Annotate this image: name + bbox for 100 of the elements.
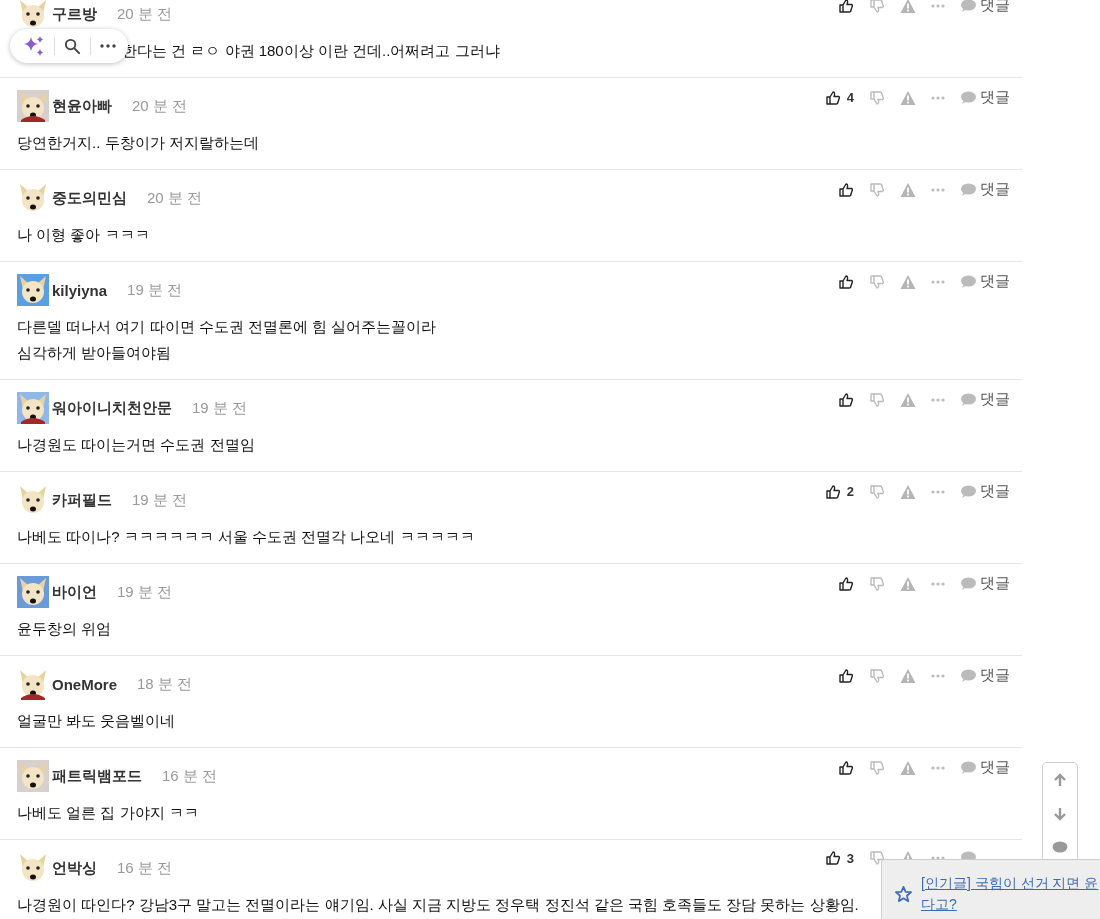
username[interactable]: 패트릭뱀포드 <box>52 766 142 786</box>
comment-text: 심각하게 받아들여야됨 <box>17 343 172 363</box>
dislike-button[interactable] <box>869 575 885 592</box>
search-icon[interactable] <box>63 37 81 55</box>
report-button[interactable] <box>900 575 916 592</box>
reply-button[interactable]: 댓글 <box>960 574 1010 593</box>
warning-icon <box>900 89 916 106</box>
more-icon <box>931 95 945 100</box>
reply-button[interactable]: 댓글 <box>960 758 1010 777</box>
thumbs-down-icon <box>869 181 885 198</box>
popular-post-link[interactable]: [인기글] 국힘이 선거 지면 윤 <box>921 873 1099 894</box>
warning-icon <box>900 667 916 684</box>
more-button[interactable] <box>931 397 945 402</box>
like-button[interactable]: 2 <box>824 483 854 500</box>
more-button[interactable] <box>931 581 945 586</box>
like-button[interactable] <box>838 181 854 198</box>
reply-button[interactable]: 댓글 <box>960 390 1010 409</box>
popular-post-link[interactable]: 다고? <box>921 894 1099 915</box>
report-button[interactable] <box>900 181 916 198</box>
thumbs-down-icon <box>869 391 885 408</box>
more-button[interactable] <box>931 673 945 678</box>
report-button[interactable] <box>900 391 916 408</box>
report-button[interactable] <box>900 759 916 776</box>
report-button[interactable] <box>900 483 916 500</box>
thumbs-up-icon <box>824 483 841 500</box>
report-button[interactable] <box>900 667 916 684</box>
like-button[interactable] <box>838 273 854 290</box>
dislike-button[interactable] <box>869 759 885 776</box>
dislike-button[interactable] <box>869 391 885 408</box>
timestamp: 19 분 전 <box>132 490 188 510</box>
arrow-down-icon[interactable] <box>1053 807 1067 821</box>
more-button[interactable] <box>931 279 945 284</box>
timestamp: 19 분 전 <box>117 582 173 602</box>
like-button[interactable] <box>838 391 854 408</box>
like-button[interactable] <box>838 667 854 684</box>
report-button[interactable] <box>900 0 916 14</box>
comment-text: 나경원도 따이는거면 수도권 전멸임 <box>17 435 255 455</box>
more-icon <box>931 581 945 586</box>
reply-button[interactable]: 댓글 <box>960 666 1010 685</box>
more-icon <box>931 856 945 860</box>
like-button[interactable] <box>838 575 854 592</box>
like-button[interactable]: 4 <box>824 89 854 106</box>
more-icon <box>931 765 945 770</box>
comment-text: 나베도 따이나? ㅋㅋㅋㅋㅋㅋ 서울 수도권 전멸각 나오네 ㅋㅋㅋㅋㅋ <box>17 527 475 547</box>
reply-button[interactable]: 댓글 <box>960 272 1010 291</box>
more-button[interactable] <box>931 765 945 770</box>
more-icon <box>931 187 945 192</box>
report-button[interactable] <box>900 89 916 106</box>
more-button[interactable] <box>931 95 945 100</box>
comment-text: 나 이형 좋아 ㅋㅋㅋ <box>17 225 150 245</box>
comment-text: 얼굴만 봐도 웃음벨이네 <box>17 711 176 731</box>
dislike-button[interactable] <box>869 273 885 290</box>
speech-bubble-icon <box>960 182 976 197</box>
thumbs-down-icon <box>869 483 885 500</box>
more-button[interactable] <box>931 3 945 8</box>
username[interactable]: 워아이니치천안문 <box>52 398 172 418</box>
username[interactable]: 언박싱 <box>52 858 97 878</box>
reply-button[interactable]: 댓글 <box>960 88 1010 107</box>
dislike-button[interactable] <box>869 850 885 866</box>
reply-button[interactable]: 댓글 <box>960 180 1010 199</box>
warning-icon <box>900 273 916 290</box>
like-button[interactable] <box>838 0 854 14</box>
username[interactable]: 카퍼필드 <box>52 490 112 510</box>
thumbs-up-icon <box>824 89 841 106</box>
thumbs-up-icon <box>838 575 854 592</box>
speech-bubble-icon <box>960 484 976 499</box>
thumbs-up-icon <box>838 667 854 684</box>
warning-icon <box>900 181 916 198</box>
speech-bubble-icon <box>960 760 976 775</box>
like-button[interactable] <box>838 759 854 776</box>
arrow-up-icon[interactable] <box>1053 773 1067 787</box>
comment-text: 나경원이 따인다? 강남3구 말고는 전멸이라는 얘기임. 사실 지금 지방도 정우택 정진석 같은 국힘 호족들도 장담 못하는 상황임. <box>17 895 859 915</box>
reply-button[interactable]: 댓글 <box>960 482 1010 501</box>
more-icon[interactable] <box>99 44 116 48</box>
dislike-button[interactable] <box>869 0 885 14</box>
timestamp: 18 분 전 <box>137 674 193 694</box>
username[interactable]: 중도의민심 <box>52 188 127 208</box>
username[interactable]: 현윤아빠 <box>52 96 112 116</box>
more-button[interactable] <box>931 187 945 192</box>
username[interactable]: kilyiyna <box>52 281 108 299</box>
timestamp: 16 분 전 <box>117 858 173 878</box>
speech-bubble-icon[interactable] <box>1052 841 1068 855</box>
thumbs-up-icon <box>838 0 854 14</box>
timestamp: 20 분 전 <box>117 4 173 24</box>
like-button[interactable]: 3 <box>824 850 854 866</box>
more-button[interactable] <box>931 489 945 494</box>
dislike-button[interactable] <box>869 181 885 198</box>
dislike-button[interactable] <box>869 667 885 684</box>
speech-bubble-icon <box>960 0 976 13</box>
warning-icon <box>900 575 916 592</box>
username[interactable]: 구르방 <box>52 4 97 24</box>
report-button[interactable] <box>900 273 916 290</box>
comment-text: 다른델 떠나서 여기 따이면 수도권 전멸론에 힘 실어주는꼴이라 <box>17 317 437 337</box>
thumbs-down-icon <box>869 759 885 776</box>
dislike-button[interactable] <box>869 483 885 500</box>
username[interactable]: OneMore <box>52 675 117 693</box>
warning-icon <box>900 759 916 776</box>
username[interactable]: 바이언 <box>52 582 97 602</box>
more-icon <box>931 279 945 284</box>
dislike-button[interactable] <box>869 89 885 106</box>
